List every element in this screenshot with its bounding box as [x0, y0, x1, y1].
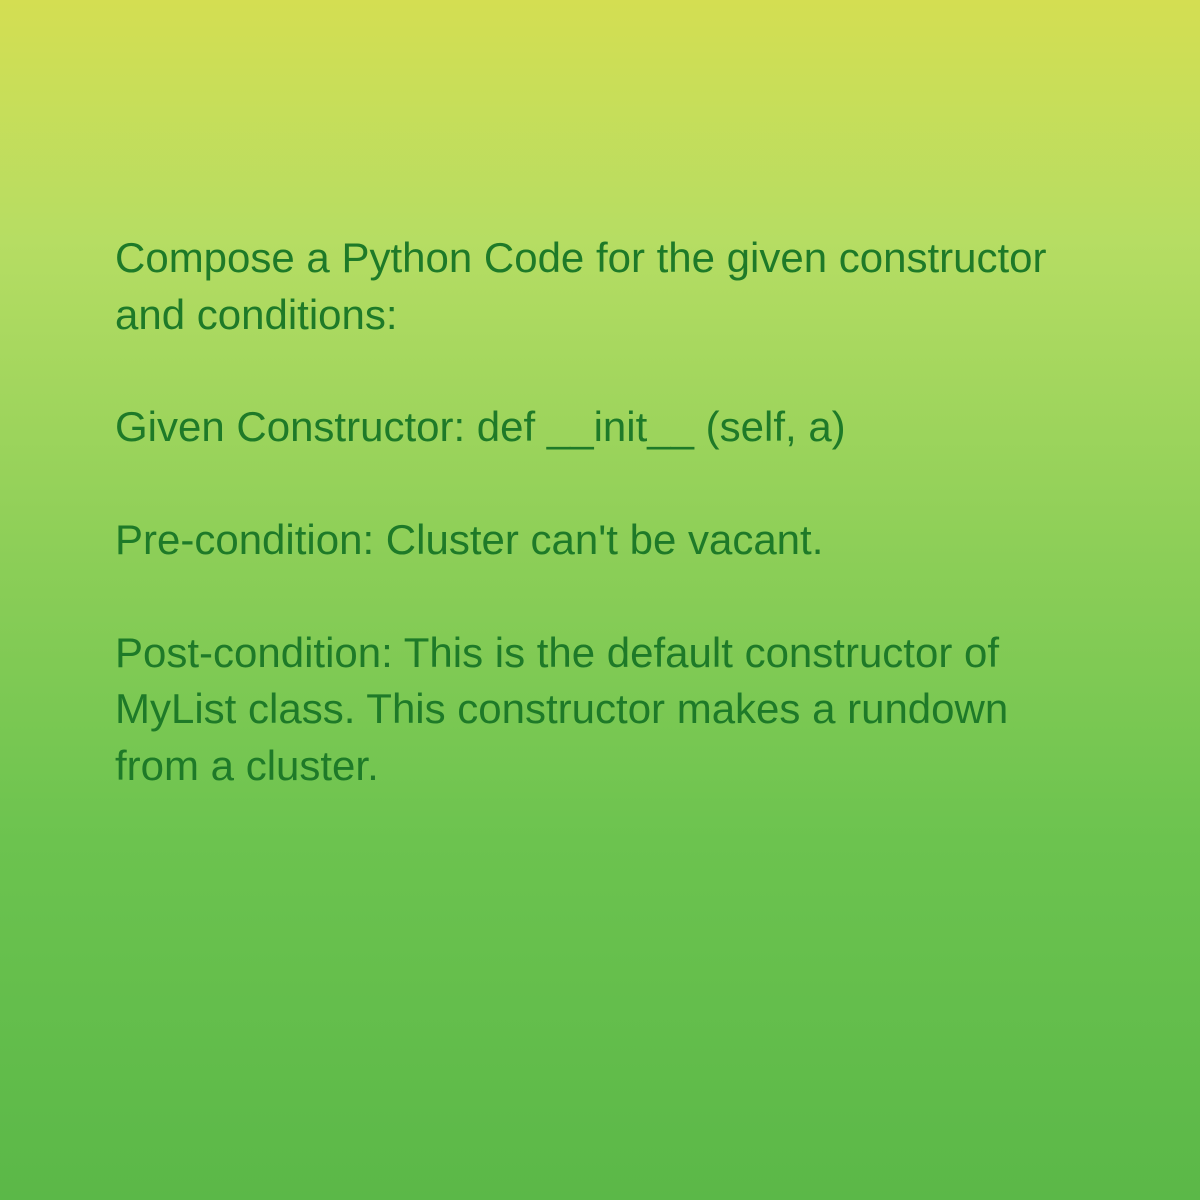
intro-paragraph: Compose a Python Code for the given cons…: [115, 230, 1085, 343]
precondition-paragraph: Pre-condition: Cluster can't be vacant.: [115, 512, 1085, 569]
constructor-paragraph: Given Constructor: def __init__ (self, a…: [115, 399, 1085, 456]
postcondition-paragraph: Post-condition: This is the default cons…: [115, 625, 1085, 795]
document-content: Compose a Python Code for the given cons…: [115, 230, 1085, 795]
